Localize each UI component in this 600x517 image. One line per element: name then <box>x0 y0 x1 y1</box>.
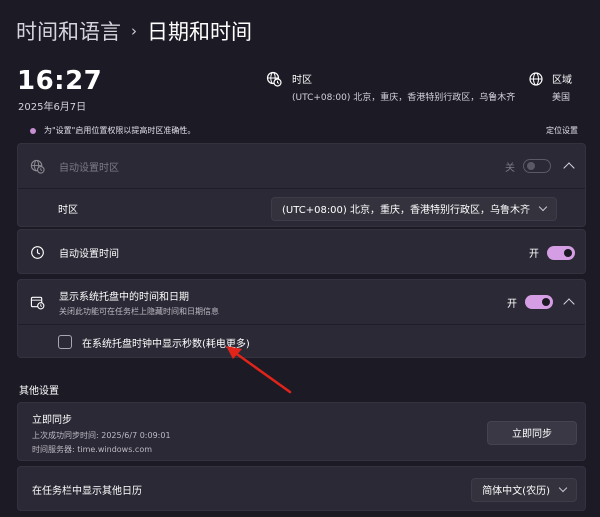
tray-time-label: 显示系统托盘中的时间和日期 <box>59 291 189 303</box>
chevron-up-icon[interactable] <box>563 297 575 310</box>
tray-time-card: 显示系统托盘中的时间和日期 关闭此功能可在任务栏上隐藏时间和日期信息 开 在系统… <box>17 279 586 358</box>
auto-timezone-toggle[interactable] <box>523 159 551 173</box>
auto-time-toggle[interactable] <box>547 245 575 260</box>
location-settings-link[interactable]: 定位设置 <box>546 125 578 136</box>
last-sync-text: 上次成功同步时间: 2025/6/7 0:09:01 <box>32 430 171 440</box>
calendar-clock-icon <box>30 296 45 309</box>
calendar-card: 在任务栏中显示其他日历 简体中文(农历) <box>17 466 586 511</box>
globe-clock-icon <box>30 159 45 174</box>
tray-time-toggle[interactable] <box>525 295 553 309</box>
sync-card: 立即同步 上次成功同步时间: 2025/6/7 0:09:01 时间服务器: t… <box>17 402 586 461</box>
sync-now-button[interactable]: 立即同步 <box>487 420 577 445</box>
auto-timezone-label: 自动设置时区 <box>59 162 119 174</box>
timezone-select-label: 时区 <box>58 205 78 216</box>
globe-icon <box>529 72 543 86</box>
tray-time-description: 关闭此功能可在任务栏上隐藏时间和日期信息 <box>59 306 219 316</box>
timezone-info-value: (UTC+08:00) 北京，重庆，香港特别行政区，乌鲁木齐 <box>292 93 516 103</box>
auto-time-card: 自动设置时间 开 <box>17 229 586 274</box>
breadcrumb-parent[interactable]: 时间和语言 <box>16 16 121 46</box>
breadcrumb: 时间和语言 › 日期和时间 <box>16 16 252 46</box>
chevron-up-icon[interactable] <box>563 161 575 174</box>
timezone-dropdown[interactable]: (UTC+08:00) 北京，重庆，香港特别行政区，乌鲁木齐 <box>270 196 557 221</box>
region-info-label: 区域 <box>552 75 572 86</box>
timezone-dropdown-value: (UTC+08:00) 北京，重庆，香港特别行政区，乌鲁木齐 <box>281 205 530 216</box>
timezone-info-label: 时区 <box>292 75 312 86</box>
time-server-text: 时间服务器: time.windows.com <box>32 444 153 454</box>
annotation-arrow-icon <box>226 346 292 394</box>
notice-dot-icon <box>30 127 36 134</box>
region-info-value: 美国 <box>552 93 571 103</box>
timezone-info: 时区 (UTC+08:00) 北京，重庆，香港特别行政区，乌鲁木齐 <box>266 71 515 103</box>
chevron-down-icon <box>558 483 568 493</box>
clock-icon <box>31 246 44 259</box>
sync-label: 立即同步 <box>32 414 72 426</box>
page-title: 日期和时间 <box>147 20 252 44</box>
globe-clock-icon <box>266 71 282 87</box>
auto-timezone-state: 关 <box>505 162 515 174</box>
location-notice: 为"设置"启用位置权限以提高时区准确性。 定位设置 <box>30 125 578 136</box>
auto-time-state: 开 <box>529 249 539 260</box>
calendar-dropdown-value: 简体中文(农历) <box>482 486 550 497</box>
show-seconds-checkbox[interactable] <box>58 335 72 349</box>
auto-time-label: 自动设置时间 <box>59 249 119 260</box>
calendar-dropdown[interactable]: 简体中文(农历) <box>471 477 577 502</box>
current-time: 16:27 <box>17 66 103 96</box>
tray-time-state: 开 <box>507 298 517 310</box>
breadcrumb-chevron-icon: › <box>131 22 137 40</box>
other-settings-title: 其他设置 <box>19 386 59 397</box>
region-info: 区域 美国 <box>528 71 572 103</box>
current-date: 2025年6月7日 <box>18 102 87 113</box>
notice-text: 为"设置"启用位置权限以提高时区准确性。 <box>44 126 196 135</box>
timezone-card: 自动设置时区 关 时区 (UTC+08:00) 北京，重庆，香港特别行政区，乌鲁… <box>17 143 586 227</box>
calendar-label: 在任务栏中显示其他日历 <box>32 486 142 497</box>
chevron-down-icon <box>538 202 548 212</box>
